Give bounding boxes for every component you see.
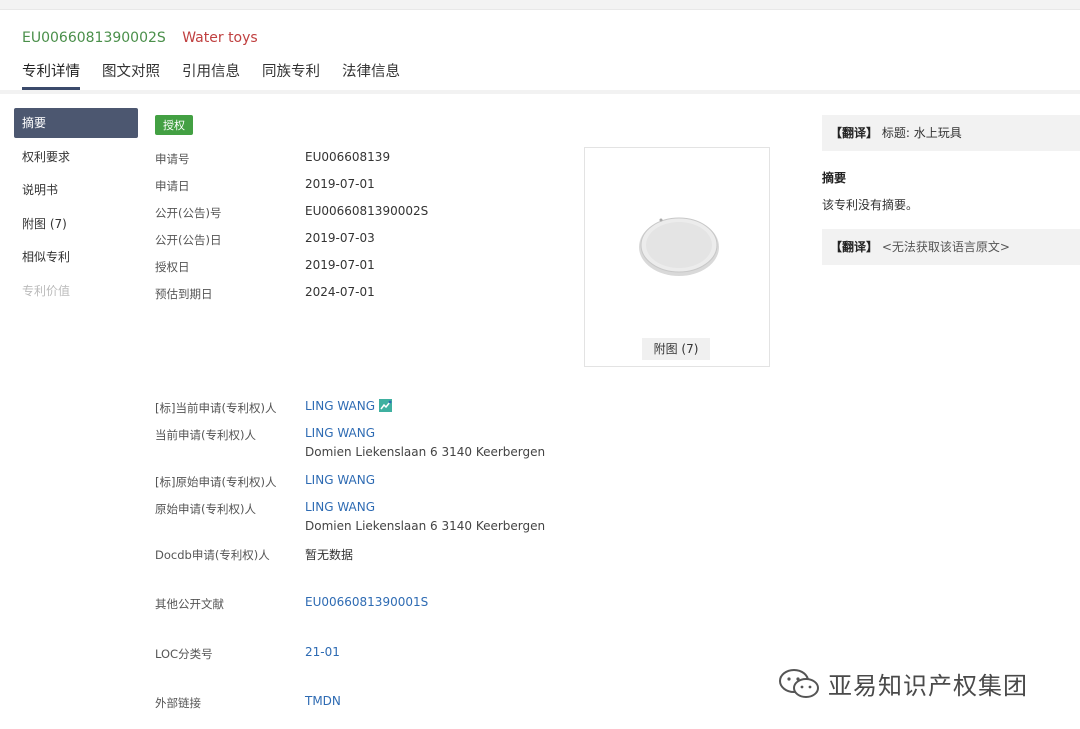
translate-tag[interactable]: 【翻译】 — [830, 126, 878, 140]
original-applicant-address: Domien Liekenslaan 6 3140 Keerbergen — [305, 519, 546, 533]
translated-title-box: 【翻译】 标题: 水上玩具 — [822, 115, 1080, 151]
translate-tag-2[interactable]: 【翻译】 — [830, 240, 878, 254]
side-item-description[interactable]: 说明书 — [14, 175, 138, 205]
applicant-map-icon[interactable] — [379, 399, 393, 412]
current-applicant-link[interactable]: LING WANG — [305, 426, 545, 440]
label-application-date: 申请日 — [155, 179, 190, 193]
tab-citations[interactable]: 引用信息 — [182, 60, 240, 90]
value-std-original-applicant: LING WANG — [305, 473, 375, 487]
current-applicant-address: Domien Liekenslaan 6 3140 Keerbergen — [305, 445, 546, 459]
label-other-publications: 其他公开文献 — [155, 597, 224, 611]
original-applicant-link[interactable]: LING WANG — [305, 500, 545, 514]
label-docdb-applicant: Docdb申请(专利权)人 — [155, 548, 270, 562]
value-publication-number: EU0066081390002S — [305, 204, 429, 218]
value-grant-date: 2019-07-01 — [305, 258, 375, 272]
patent-figure-image — [639, 217, 719, 276]
value-docdb-applicant: 暂无数据 — [305, 548, 354, 562]
patent-title: Water toys — [182, 30, 258, 46]
abstract-text: 该专利没有摘要。 — [822, 198, 919, 212]
side-item-value: 专利价值 — [22, 283, 71, 298]
figure-caption-button[interactable]: 附图 (7) — [642, 338, 710, 360]
side-item-abstract[interactable]: 摘要 — [14, 108, 138, 138]
label-original-applicant: 原始申请(专利权)人 — [155, 502, 256, 516]
applicant-link[interactable]: LING WANG — [305, 399, 375, 413]
value-std-current-applicant: LING WANG — [305, 399, 393, 413]
label-publication-number: 公开(公告)号 — [155, 206, 222, 220]
label-std-original-applicant: [标]原始申请(专利权)人 — [155, 475, 277, 489]
value-expiry-date: 2024-07-01 — [305, 285, 375, 299]
detail-tabs: 专利详情 图文对照 引用信息 同族专利 法律信息 — [22, 60, 422, 90]
label-std-current-applicant: [标]当前申请(专利权)人 — [155, 401, 277, 415]
figure-card[interactable]: 附图 (7) — [584, 147, 770, 367]
value-current-applicant: LING WANG Domien Liekenslaan 6 3140 Keer… — [305, 426, 545, 459]
translated-title: 标题: 水上玩具 — [881, 126, 962, 140]
wechat-icon — [779, 668, 819, 698]
value-application-date: 2019-07-01 — [305, 177, 375, 191]
watermark-text: 亚易知识产权集团 — [828, 672, 1028, 700]
value-original-applicant: LING WANG Domien Liekenslaan 6 3140 Keer… — [305, 500, 545, 533]
patent-header: EU0066081390002S Water toys — [22, 30, 258, 46]
side-item-similar[interactable]: 相似专利 — [14, 242, 138, 272]
label-external-links: 外部链接 — [155, 696, 201, 710]
original-text-unavailable: <无法获取该语言原文> — [881, 240, 1010, 254]
label-grant-date: 授权日 — [155, 260, 190, 274]
value-other-publications[interactable]: EU0066081390001S — [305, 595, 428, 609]
side-item-claims[interactable]: 权利要求 — [14, 142, 138, 172]
side-nav: 摘要 权利要求 说明书 附图 (7) 相似专利 专利价值 — [14, 108, 138, 309]
tab-image-text[interactable]: 图文对照 — [102, 60, 160, 90]
tab-patent-details[interactable]: 专利详情 — [22, 60, 80, 90]
abstract-heading: 摘要 — [822, 171, 847, 185]
value-external-links[interactable]: TMDN — [305, 694, 341, 708]
std-original-applicant-link[interactable]: LING WANG — [305, 473, 375, 487]
label-current-applicant: 当前申请(专利权)人 — [155, 428, 256, 442]
original-text-box: 【翻译】 <无法获取该语言原文> — [822, 229, 1080, 265]
tabs-divider — [0, 90, 1080, 94]
top-strip — [0, 0, 1080, 10]
label-expiry-date: 预估到期日 — [155, 287, 213, 301]
side-item-figures[interactable]: 附图 (7) — [14, 209, 138, 239]
value-loc-class[interactable]: 21-01 — [305, 645, 340, 659]
label-publication-date: 公开(公告)日 — [155, 233, 222, 247]
tab-legal[interactable]: 法律信息 — [342, 60, 400, 90]
label-loc-class: LOC分类号 — [155, 647, 213, 661]
publication-number: EU0066081390002S — [22, 30, 166, 46]
value-publication-date: 2019-07-03 — [305, 231, 375, 245]
label-application-number: 申请号 — [155, 152, 190, 166]
status-badge: 授权 — [155, 115, 193, 135]
watermark: 亚易知识产权集团 — [778, 666, 1028, 701]
value-application-number: EU006608139 — [305, 150, 391, 164]
tab-family[interactable]: 同族专利 — [262, 60, 320, 90]
